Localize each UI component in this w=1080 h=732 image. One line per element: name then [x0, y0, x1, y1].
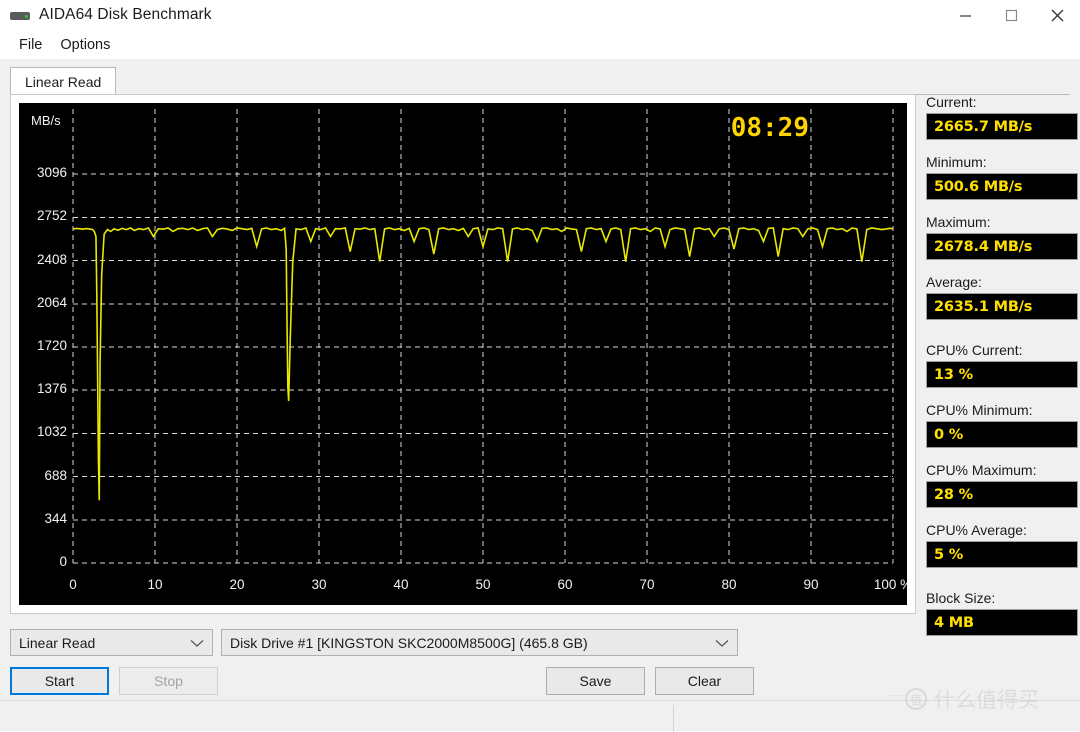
benchmark-mode-value: Linear Read — [19, 634, 96, 651]
stat-label-cpu-average: CPU% Average: — [926, 522, 1027, 538]
stat-spacer — [926, 334, 1078, 342]
stat-label-average: Average: — [926, 274, 982, 290]
x-axis-tick: 10 — [147, 577, 163, 592]
y-axis-tick: 0 — [59, 554, 67, 569]
disk-drive-value: Disk Drive #1 [KINGSTON SKC2000M8500G] (… — [230, 634, 588, 651]
stat-spacer — [926, 582, 1078, 590]
statistics-panel: Current: 2665.7 MB/s Minimum: 500.6 MB/s Max… — [926, 94, 1078, 694]
stat-value-cpu-minimum: 0 % — [934, 426, 964, 443]
title-bar: AIDA64 Disk Benchmark — [0, 0, 1080, 30]
window-controls — [942, 0, 1080, 30]
y-axis-tick: 1032 — [36, 424, 67, 440]
chart-panel: 08:29 MB/s 3096 2752 2408 2064 1720 1376 1032 68… — [10, 94, 916, 614]
stat-label-block-size: Block Size: — [926, 590, 996, 606]
chevron-down-icon — [715, 635, 729, 651]
stat-label-current: Current: — [926, 94, 977, 110]
linear-read-chart: 08:29 MB/s 3096 2752 2408 2064 1720 1376 1032 68… — [19, 103, 907, 605]
menu-item-file[interactable]: File — [10, 34, 51, 56]
stat-box-current: 2665.7 MB/s — [926, 113, 1078, 140]
stat-value-cpu-average: 5 % — [934, 546, 964, 563]
stat-value-block-size: 4 MB — [934, 614, 974, 631]
y-axis-unit: MB/s — [31, 113, 61, 128]
y-axis-tick: 2408 — [36, 251, 67, 267]
stat-value-cpu-current: 13 % — [934, 366, 973, 383]
stat-box-average: 2635.1 MB/s — [926, 293, 1078, 320]
tab-strip: Linear Read — [10, 67, 1070, 95]
x-axis-tick: 90 — [803, 577, 819, 592]
stat-value-current: 2665.7 MB/s — [934, 118, 1033, 135]
stat-label-cpu-current: CPU% Current: — [926, 342, 1023, 358]
chart-canvas — [72, 109, 894, 564]
y-axis-tick: 1376 — [36, 381, 67, 397]
stat-box-block-size: 4 MB — [926, 609, 1078, 636]
stat-box-cpu-average: 5 % — [926, 541, 1078, 568]
status-bar — [0, 700, 1080, 732]
benchmark-mode-select[interactable]: Linear Read — [10, 629, 213, 656]
y-axis-tick: 1720 — [36, 338, 67, 353]
start-button[interactable]: Start — [10, 667, 109, 695]
x-axis-tick: 70 — [639, 577, 655, 592]
chevron-down-icon — [190, 635, 204, 651]
maximize-button[interactable] — [988, 0, 1034, 30]
menu-bar: File Options — [0, 31, 1080, 59]
stat-box-cpu-maximum: 28 % — [926, 481, 1078, 508]
stat-value-minimum: 500.6 MB/s — [934, 178, 1023, 195]
stat-box-cpu-minimum: 0 % — [926, 421, 1078, 448]
x-axis-tick: 0 — [69, 577, 77, 592]
disk-drive-select[interactable]: Disk Drive #1 [KINGSTON SKC2000M8500G] (… — [221, 629, 738, 656]
x-axis-tick: 40 — [393, 577, 409, 592]
y-axis-tick: 2064 — [36, 294, 67, 310]
menu-item-options[interactable]: Options — [51, 34, 119, 56]
stat-box-cpu-current: 13 % — [926, 361, 1078, 388]
stat-label-maximum: Maximum: — [926, 214, 991, 230]
x-axis-tick: 20 — [229, 577, 245, 592]
stat-box-minimum: 500.6 MB/s — [926, 173, 1078, 200]
disk-drive-icon — [10, 8, 30, 22]
window-title: AIDA64 Disk Benchmark — [39, 6, 212, 23]
y-axis-tick: 688 — [44, 467, 67, 483]
stat-box-maximum: 2678.4 MB/s — [926, 233, 1078, 260]
x-axis-tick: 100 % — [873, 577, 907, 592]
stat-label-cpu-minimum: CPU% Minimum: — [926, 402, 1033, 418]
stat-value-cpu-maximum: 28 % — [934, 486, 973, 503]
save-button[interactable]: Save — [546, 667, 645, 695]
y-axis-tick: 2752 — [36, 208, 67, 224]
x-axis-tick: 80 — [721, 577, 737, 592]
stat-label-cpu-maximum: CPU% Maximum: — [926, 462, 1037, 478]
x-axis-tick: 30 — [311, 577, 327, 592]
clear-button[interactable]: Clear — [655, 667, 754, 695]
elapsed-timer: 08:29 — [730, 113, 809, 143]
x-axis-tick: 50 — [475, 577, 491, 592]
y-axis-tick: 344 — [44, 510, 67, 526]
minimize-button[interactable] — [942, 0, 988, 30]
stop-button: Stop — [119, 667, 218, 695]
stat-label-minimum: Minimum: — [926, 154, 987, 170]
tab-linear-read[interactable]: Linear Read — [10, 67, 117, 95]
y-axis-tick: 3096 — [36, 165, 67, 181]
stat-value-maximum: 2678.4 MB/s — [934, 238, 1033, 255]
status-divider — [673, 705, 674, 732]
close-button[interactable] — [1034, 0, 1080, 30]
x-axis-tick: 60 — [557, 577, 573, 592]
stat-value-average: 2635.1 MB/s — [934, 298, 1033, 315]
